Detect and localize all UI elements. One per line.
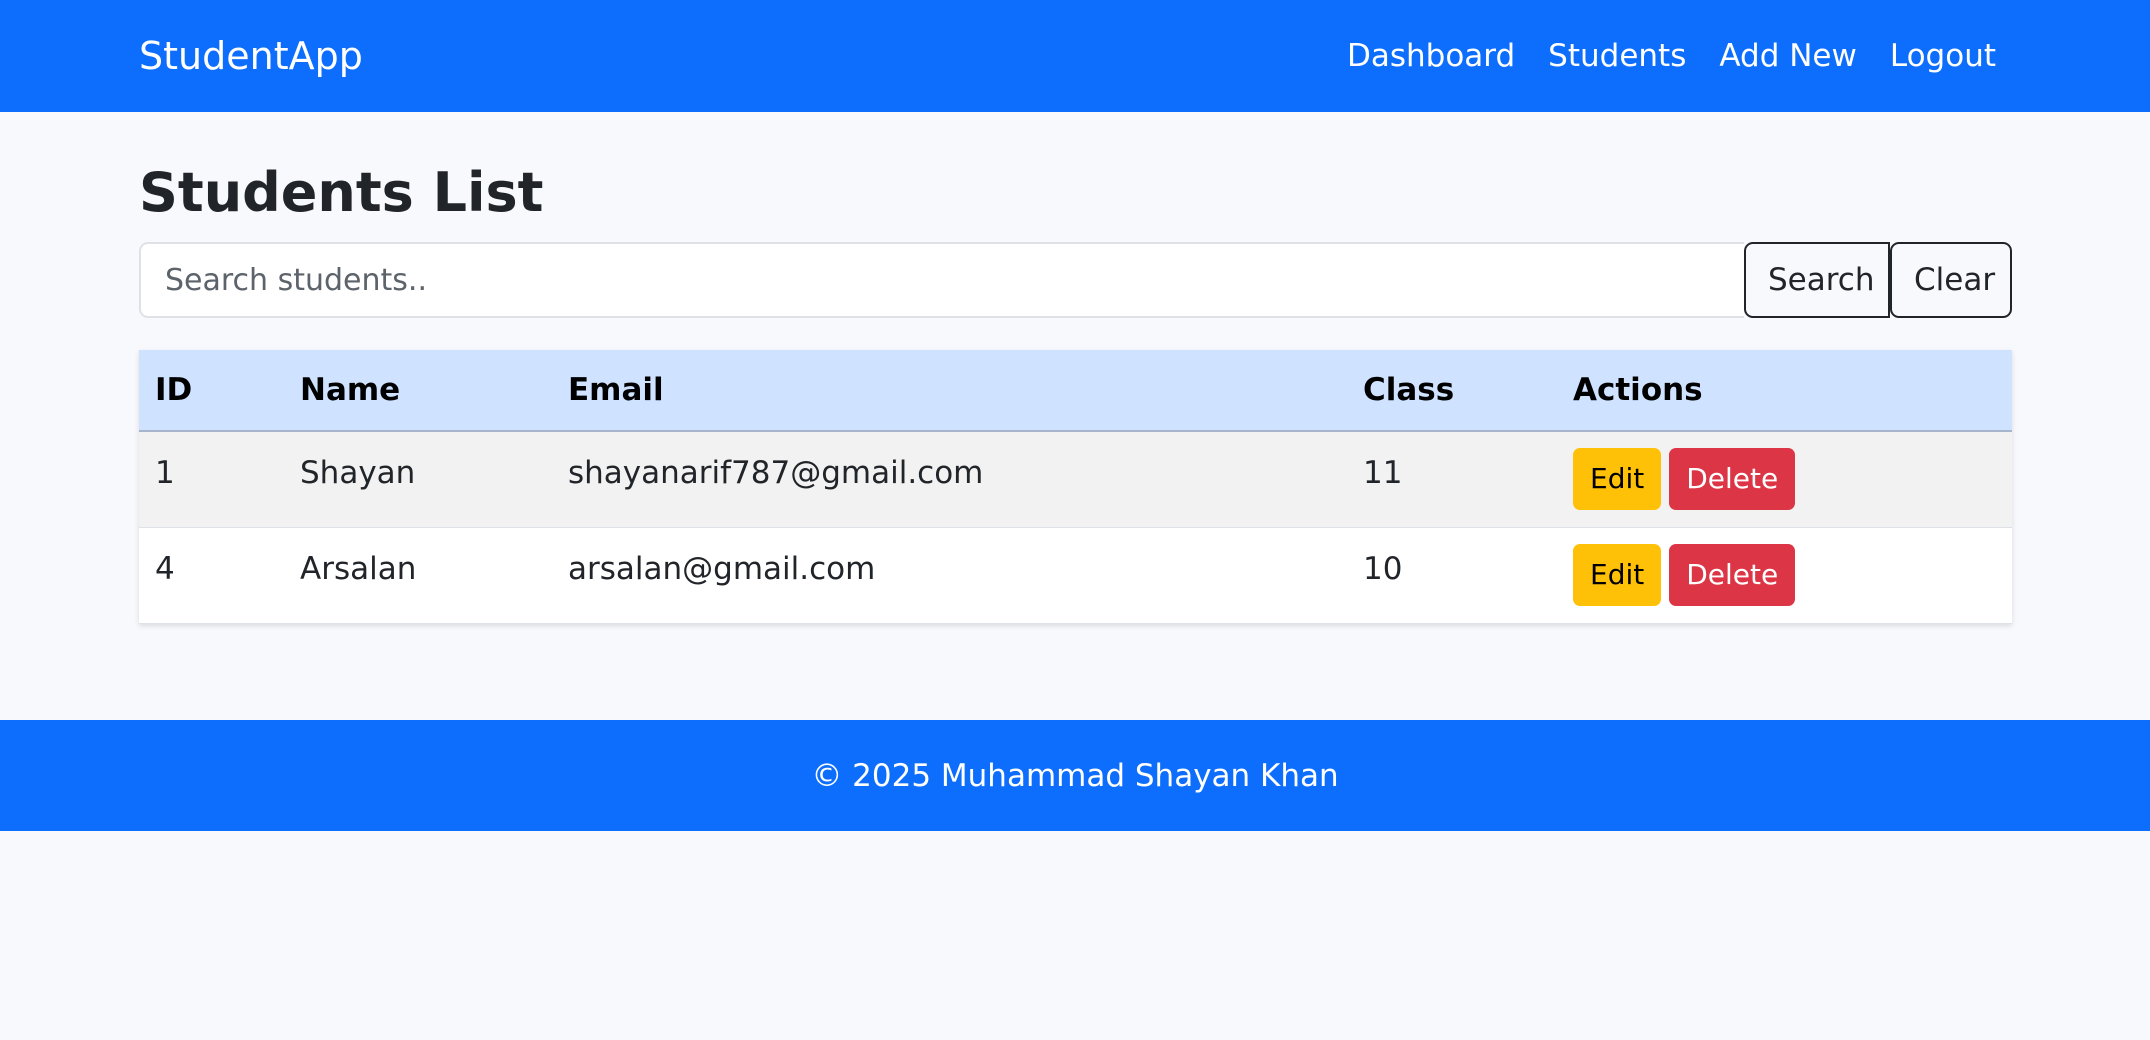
search-button[interactable]: Search: [1744, 242, 1890, 318]
table-row: 1 Shayan shayanarif787@gmail.com 11 Edit…: [139, 431, 2012, 528]
table-row: 4 Arsalan arsalan@gmail.com 10 Edit Delet…: [139, 527, 2012, 624]
search-input[interactable]: [139, 242, 1744, 318]
page-title: Students List: [139, 161, 544, 224]
cell-id: 1: [139, 431, 284, 528]
edit-button[interactable]: Edit: [1573, 448, 1662, 511]
nav-link-logout[interactable]: Logout: [1890, 36, 1996, 76]
cell-email: arsalan@gmail.com: [552, 527, 1347, 624]
cell-class: 11: [1347, 431, 1557, 528]
search-form: Search Clear: [139, 242, 2012, 318]
cell-actions: Edit Delete: [1557, 527, 2012, 624]
edit-button[interactable]: Edit: [1573, 544, 1662, 606]
footer-copyright: © 2025 Muhammad Shayan Khan: [811, 757, 1339, 794]
students-table: ID Name Email Class Actions 1 Shayan sha…: [139, 350, 2012, 624]
cell-name: Arsalan: [284, 527, 552, 624]
students-table-container: ID Name Email Class Actions 1 Shayan sha…: [139, 350, 2012, 624]
cell-email: shayanarif787@gmail.com: [552, 431, 1347, 528]
clear-button[interactable]: Clear: [1890, 242, 2012, 318]
delete-button[interactable]: Delete: [1669, 544, 1796, 606]
cell-actions: Edit Delete: [1557, 431, 2012, 528]
header-email: Email: [552, 350, 1347, 432]
footer: © 2025 Muhammad Shayan Khan: [0, 720, 2150, 831]
nav-link-students[interactable]: Students: [1548, 36, 1686, 76]
header-class: Class: [1347, 350, 1557, 432]
nav-link-add-new[interactable]: Add New: [1719, 36, 1857, 76]
cell-id: 4: [139, 527, 284, 624]
table-header-row: ID Name Email Class Actions: [139, 350, 2012, 432]
delete-button[interactable]: Delete: [1669, 448, 1796, 511]
nav-links: Dashboard Students Add New Logout: [1347, 36, 1996, 76]
cell-name: Shayan: [284, 431, 552, 528]
nav-link-dashboard[interactable]: Dashboard: [1347, 36, 1515, 76]
header-id: ID: [139, 350, 284, 432]
brand-link[interactable]: StudentApp: [139, 33, 363, 79]
top-navbar: StudentApp Dashboard Students Add New Lo…: [0, 0, 2150, 112]
header-name: Name: [284, 350, 552, 432]
cell-class: 10: [1347, 527, 1557, 624]
header-actions: Actions: [1557, 350, 2012, 432]
